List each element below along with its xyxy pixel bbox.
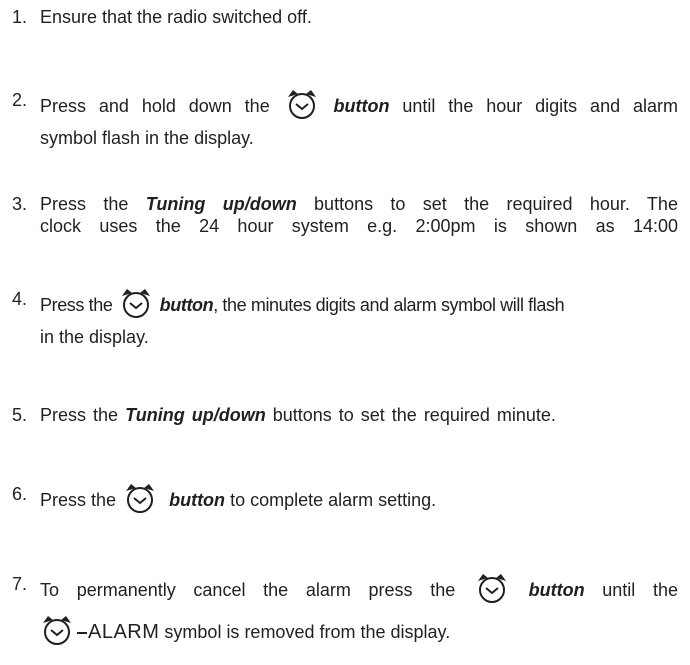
step-line: Press and hold down the button until the… (40, 88, 678, 126)
step-line: symbol flash in the display. (40, 128, 254, 148)
step-line: To permanently cancel the alarm press th… (40, 572, 678, 610)
step-line: in the display. (40, 327, 149, 347)
step-line: clock uses the 24 hour system e.g. 2:00p… (40, 216, 678, 236)
step-line: ALARM symbol is removed from the display… (38, 614, 450, 652)
step-number: 6. (12, 484, 28, 504)
step-number: 3. (12, 194, 28, 214)
step-number: 5. (12, 405, 28, 425)
alarm-clock-icon (283, 88, 321, 126)
step-3: 3. Press the Tuning up/down buttons to s… (12, 192, 682, 242)
step-4: 4. Press the button, the minutes digits … (12, 287, 682, 357)
step-number: 7. (12, 574, 28, 594)
alarm-dash (77, 632, 87, 634)
alarm-clock-icon (117, 287, 155, 325)
step-line: Press the Tuning up/down buttons to set … (40, 194, 678, 214)
step-text: Ensure that the radio switched off. (40, 7, 312, 27)
alarm-clock-icon (38, 614, 76, 652)
alarm-clock-icon (121, 482, 159, 520)
step-7: 7. To permanently cancel the alarm press… (12, 572, 682, 662)
step-line: Press the button to complete alarm setti… (40, 482, 436, 520)
step-line: Press the Tuning up/down buttons to set … (40, 405, 556, 425)
alarm-clock-icon (473, 572, 511, 610)
step-2: 2. Press and hold down the button until … (12, 88, 682, 158)
step-number: 1. (12, 7, 28, 27)
step-number: 4. (12, 289, 28, 309)
alarm-label: ALARM (88, 620, 160, 643)
step-line: Press the button, the minutes digits and… (40, 287, 680, 325)
step-number: 2. (12, 90, 28, 110)
